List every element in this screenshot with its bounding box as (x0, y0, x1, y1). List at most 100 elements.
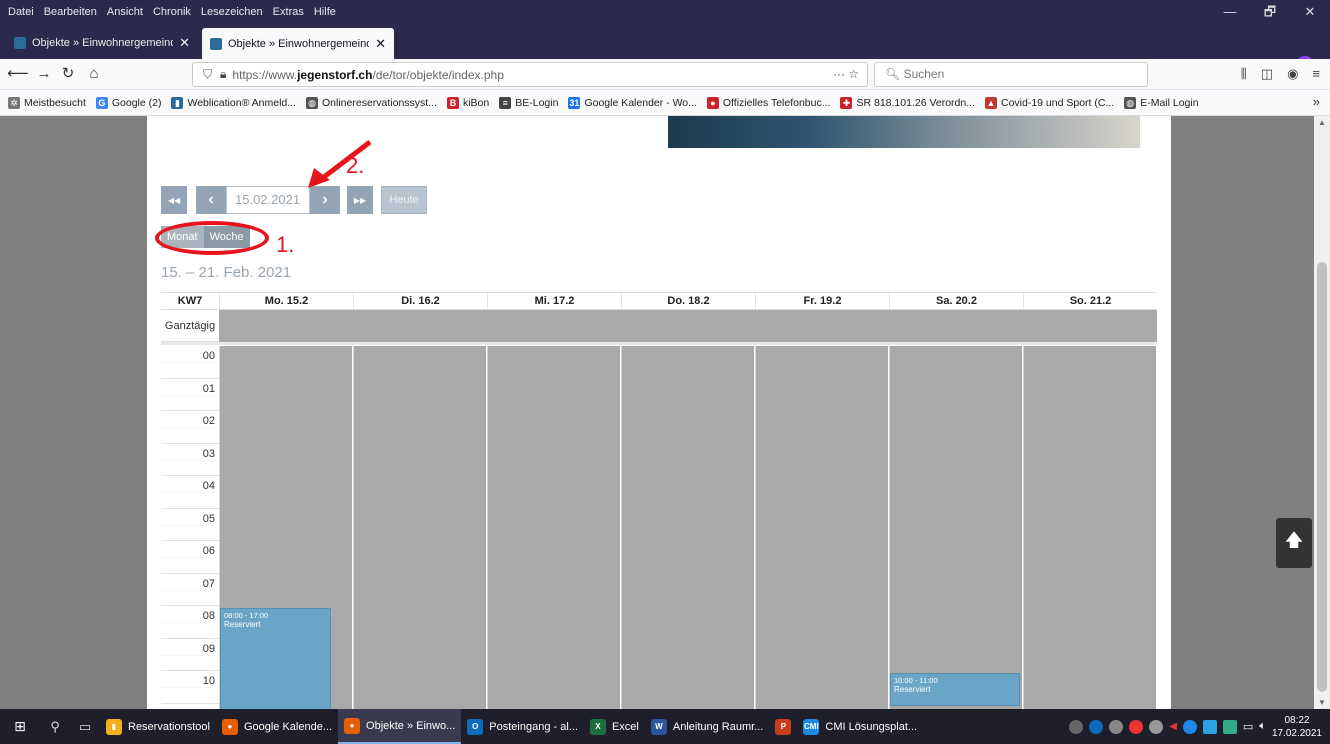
bookmark-favicon-icon: ≡ (499, 96, 512, 109)
bookmark-item[interactable]: BkiBon (446, 96, 489, 109)
reload-icon[interactable]: ↻ (56, 63, 80, 85)
day-column[interactable] (487, 346, 620, 709)
bookmark-label: Google Kalender - Wo... (584, 96, 697, 109)
bookmark-item[interactable]: ● Offizielles Telefonbuc... (706, 96, 830, 109)
taskbar-app[interactable]: ● Objekte » Einwo... (338, 709, 462, 744)
menu-item-hilfe[interactable]: Hilfe (314, 6, 336, 18)
day-column[interactable] (621, 346, 754, 709)
tab-objekte-2[interactable]: Objekte » Einwohnergemeinde ✕ (202, 28, 394, 59)
bookmark-favicon-icon: ◍ (306, 96, 318, 109)
menu-item-ansicht[interactable]: Ansicht (107, 6, 143, 18)
bookmark-favicon-icon: 31 (568, 96, 581, 109)
home-icon[interactable]: ⌂ (82, 63, 106, 85)
back-arrow-icon[interactable]: ⟵ (6, 63, 30, 85)
tab-title: Objekte » Einwohnergemeinde (228, 37, 370, 50)
bookmark-item[interactable]: ✚ SR 818.101.26 Verordn... (840, 96, 975, 109)
search-input[interactable]: 🔍︎ Suchen (874, 62, 1148, 87)
vertical-scrollbar[interactable]: ▲ ▼ (1314, 116, 1330, 709)
hour-label: 00 (161, 346, 219, 379)
taskbar-app[interactable]: ● Google Kalende... (216, 709, 338, 744)
menu-item-datei[interactable]: Datei (8, 6, 34, 18)
tray-app-icon[interactable] (1202, 719, 1217, 734)
forward-arrow-icon[interactable]: → (32, 63, 56, 85)
tray-app-icon[interactable] (1149, 719, 1164, 734)
taskbar-app[interactable]: O Posteingang - al... (461, 709, 584, 744)
lock-icon[interactable]: 🔒︎ (220, 67, 226, 82)
taskbar-app[interactable]: P (769, 709, 797, 744)
windows-taskbar: ⊞ ⚲ ▭ ▮ Reservationstool ● Google Kalende..… (0, 709, 1330, 744)
close-tab-icon[interactable]: ✕ (179, 35, 190, 51)
day-column[interactable] (889, 346, 1022, 709)
taskbar-app[interactable]: W Anleitung Raumr... (645, 709, 770, 744)
bluetooth-icon[interactable] (1182, 719, 1197, 734)
windows-start-icon[interactable]: ⊞ (0, 718, 40, 735)
calendar-event[interactable]: 08:00 - 17:00 Reserviert (220, 608, 331, 709)
taskbar-app[interactable]: CMI CMI Lösungsplat... (797, 709, 923, 744)
tab-objekte-1[interactable]: Objekte » Einwohnergemeinde ✕ (6, 30, 198, 56)
close-tab-icon[interactable]: ✕ (375, 36, 386, 52)
url-bar[interactable]: ⛉ 🔒︎ https://www.jegenstorf.ch/de/tor/ob… (192, 62, 868, 87)
day-column[interactable] (755, 346, 888, 709)
tray-app-icon[interactable] (1222, 719, 1237, 734)
close-window-button[interactable]: ✕ (1290, 0, 1330, 24)
scrollbar-thumb[interactable] (1317, 262, 1327, 692)
app-icon: W (650, 718, 667, 735)
app-label: Google Kalende... (243, 720, 333, 733)
event-label: Reserviert (894, 685, 931, 694)
bookmark-label: SR 818.101.26 Verordn... (856, 96, 975, 109)
bookmark-item[interactable]: ▲ Covid-19 und Sport (C... (984, 96, 1114, 109)
network-icon[interactable]: ▭ (1243, 720, 1253, 733)
page-content: ◀◀ ‹ 15.02.2021 › ▶▶ Heute Monat Woche 1… (147, 116, 1171, 709)
menu-item-extras[interactable]: Extras (273, 6, 304, 18)
app-label: CMI Lösungsplat... (825, 720, 918, 733)
hamburger-menu-icon[interactable]: ≡ (1312, 63, 1320, 85)
app-icon: ● (221, 718, 238, 735)
volume-icon[interactable]: 🔈︎ (1259, 720, 1266, 733)
app-label: Reservationstool (128, 720, 210, 733)
tray-app-icon[interactable] (1129, 719, 1144, 734)
library-icon[interactable]: ⫼ (1241, 63, 1247, 85)
page-actions-icon[interactable]: ··· ☆ (833, 63, 859, 86)
bookmark-item[interactable]: ◍ E-Mail Login (1124, 96, 1199, 109)
tray-arrow-icon[interactable]: ◀ (1169, 721, 1177, 732)
hour-label: 07 (161, 574, 219, 606)
calendar-header: KW7 Mo. 15.2 Di. 16.2 Mi. 17.2 Do. 18.2 Fr. … (161, 292, 1157, 310)
calendar-event[interactable]: 10:00 - 11:00 Reserviert (890, 673, 1020, 706)
taskbar-app[interactable]: ▮ Reservationstool (100, 709, 216, 744)
bookmark-item[interactable]: ◍ Onlinereservationssyst... (306, 96, 437, 109)
scroll-up-icon[interactable]: ▲ (1318, 118, 1326, 127)
taskbar-app[interactable]: X Excel (584, 709, 645, 744)
task-view-icon[interactable]: ▭ (70, 719, 100, 735)
bookmark-item[interactable]: ▮ Weblication® Anmeld... (171, 96, 296, 109)
bookmark-label: Google (2) (111, 96, 162, 109)
sidebar-icon[interactable]: ◫ (1261, 63, 1273, 85)
restore-button[interactable]: 🗗 (1250, 0, 1290, 24)
page-viewport: ◀◀ ‹ 15.02.2021 › ▶▶ Heute Monat Woche 1… (0, 116, 1330, 709)
scroll-down-icon[interactable]: ▼ (1318, 698, 1326, 707)
previous-week-button[interactable]: ‹ (196, 186, 226, 214)
system-clock[interactable]: 08:22 17.02.2021 (1272, 714, 1322, 740)
shield-icon[interactable]: ⛉ (203, 67, 212, 82)
bookmark-item[interactable]: G Google (2) (95, 96, 162, 109)
tray-app-icon[interactable] (1069, 719, 1084, 734)
bookmarks-overflow-icon[interactable]: » (1313, 94, 1320, 109)
search-icon[interactable]: ⚲ (40, 719, 70, 735)
date-field[interactable]: 15.02.2021 (226, 186, 310, 214)
menu-item-chronik[interactable]: Chronik (153, 6, 191, 18)
bookmark-item[interactable]: ≡ BE-Login (499, 96, 558, 109)
all-day-area[interactable] (219, 310, 1157, 342)
day-column[interactable] (353, 346, 486, 709)
tray-app-icon[interactable] (1109, 719, 1124, 734)
menu-item-lesezeichen[interactable]: Lesezeichen (201, 6, 263, 18)
url-text: https://www.jegenstorf.ch/de/tor/objekte… (232, 67, 504, 82)
account-icon[interactable]: ◉ (1287, 63, 1298, 85)
tray-outlook-icon[interactable] (1089, 719, 1104, 734)
bookmark-item[interactable]: ✲ Meistbesucht (8, 96, 86, 109)
scroll-to-top-button[interactable]: 🡅 (1276, 518, 1312, 568)
menu-item-bearbeiten[interactable]: Bearbeiten (44, 6, 97, 18)
bookmark-item[interactable]: 31 Google Kalender - Wo... (568, 96, 697, 109)
day-column[interactable] (1023, 346, 1156, 709)
today-button[interactable]: Heute (381, 186, 427, 214)
first-page-button[interactable]: ◀◀ (161, 186, 187, 214)
minimize-button[interactable]: — (1210, 0, 1250, 24)
